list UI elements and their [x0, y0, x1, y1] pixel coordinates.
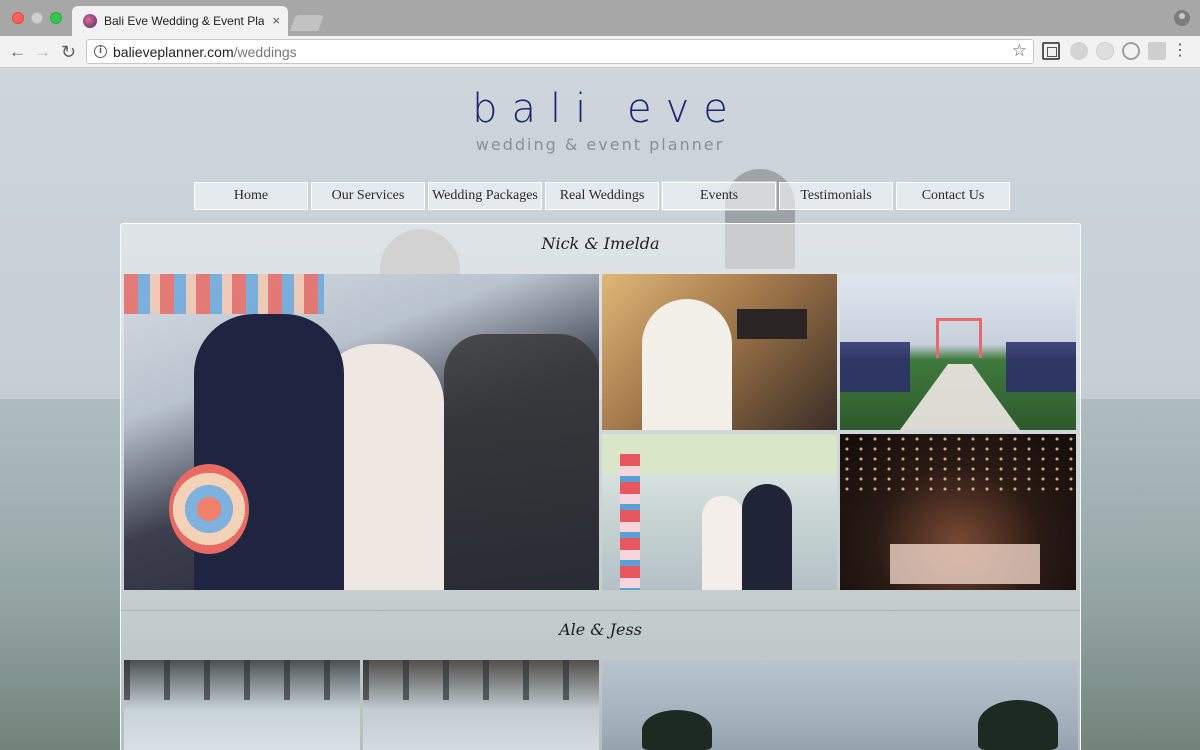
logo-tagline: wedding & event planner: [475, 135, 725, 154]
window-close-button[interactable]: [12, 12, 24, 24]
wedding-photo-venue-interior[interactable]: [363, 660, 599, 750]
browser-toolbar: ← → ↻ i balieveplanner.com/weddings ☆ ⋮: [0, 36, 1200, 68]
nav-real-weddings[interactable]: Real Weddings: [545, 182, 659, 210]
real-weddings-panel: Nick & Imelda Ale & Jess: [120, 223, 1081, 750]
window-maximize-button[interactable]: [50, 12, 62, 24]
site-favicon-icon: [83, 14, 97, 28]
tab-title: Bali Eve Wedding & Event Planner: [104, 14, 264, 28]
extension-icon[interactable]: [1148, 42, 1166, 60]
photo-detail: [1006, 342, 1076, 392]
photo-detail: [363, 660, 599, 700]
cast-icon[interactable]: [1042, 42, 1060, 60]
url-path: /weddings: [233, 44, 297, 60]
section-divider: [121, 610, 1080, 611]
photo-detail: [890, 544, 1040, 584]
site-logo[interactable]: bali eve wedding & event planner: [0, 81, 1200, 155]
forward-arrow-icon[interactable]: →: [34, 42, 51, 62]
photo-detail: [900, 364, 1020, 430]
star-icon[interactable]: ☆: [1012, 41, 1027, 61]
nav-wedding-packages[interactable]: Wedding Packages: [428, 182, 542, 210]
wedding-photo-kiss[interactable]: [124, 274, 599, 590]
nav-contact-us[interactable]: Contact Us: [896, 182, 1010, 210]
wedding-photo-sky-palms[interactable]: [602, 660, 1078, 750]
extension-icon[interactable]: [1122, 42, 1140, 60]
photo-detail: [444, 334, 599, 590]
photo-detail: [620, 454, 640, 590]
wedding-photo-venue-interior[interactable]: [124, 660, 360, 750]
url-domain: balieveplanner.com: [113, 44, 234, 60]
back-arrow-icon[interactable]: ←: [9, 42, 26, 62]
photo-detail: [124, 274, 324, 314]
photo-detail: [124, 660, 360, 700]
wedding-photo-bridal-prep[interactable]: [602, 274, 837, 430]
couple-title[interactable]: Nick & Imelda: [121, 234, 1080, 253]
wedding-photo-venue[interactable]: [840, 274, 1076, 430]
photo-detail: [642, 710, 712, 750]
info-icon[interactable]: i: [94, 45, 107, 58]
couple-title[interactable]: Ale & Jess: [121, 620, 1080, 639]
profile-icon[interactable]: [1174, 10, 1190, 26]
tab-close-icon[interactable]: ×: [272, 13, 280, 28]
browser-titlebar: Bali Eve Wedding & Event Planner ×: [0, 0, 1200, 36]
photo-detail: [936, 318, 982, 358]
photo-detail: [169, 464, 249, 554]
extension-icon[interactable]: [1070, 42, 1088, 60]
photo-detail: [642, 299, 732, 430]
nav-our-services[interactable]: Our Services: [311, 182, 425, 210]
wedding-photo-night-reception[interactable]: [840, 434, 1076, 590]
nav-events[interactable]: Events: [662, 182, 776, 210]
nav-home[interactable]: Home: [194, 182, 308, 210]
page-viewport: bali eve wedding & event planner Home Ou…: [0, 69, 1200, 750]
nav-testimonials[interactable]: Testimonials: [779, 182, 893, 210]
photo-detail: [702, 496, 744, 590]
browser-tab-active[interactable]: Bali Eve Wedding & Event Planner ×: [72, 6, 288, 36]
reload-icon[interactable]: ↻: [61, 42, 76, 62]
wedding-photo-ceremony[interactable]: [602, 434, 837, 590]
browser-menu-icon[interactable]: ⋮: [1172, 42, 1188, 60]
photo-detail: [737, 309, 807, 339]
address-bar[interactable]: i balieveplanner.com/weddings ☆: [86, 39, 1034, 64]
logo-wordmark: bali eve: [472, 86, 742, 132]
main-nav: Home Our Services Wedding Packages Real …: [194, 182, 1010, 210]
new-tab-button[interactable]: [290, 15, 324, 31]
photo-detail: [742, 484, 792, 590]
extension-icon[interactable]: [1096, 42, 1114, 60]
photo-detail: [840, 434, 1076, 494]
url-text: balieveplanner.com/weddings: [113, 44, 297, 60]
photo-detail: [840, 342, 910, 392]
window-minimize-button[interactable]: [31, 12, 43, 24]
photo-detail: [978, 700, 1058, 750]
